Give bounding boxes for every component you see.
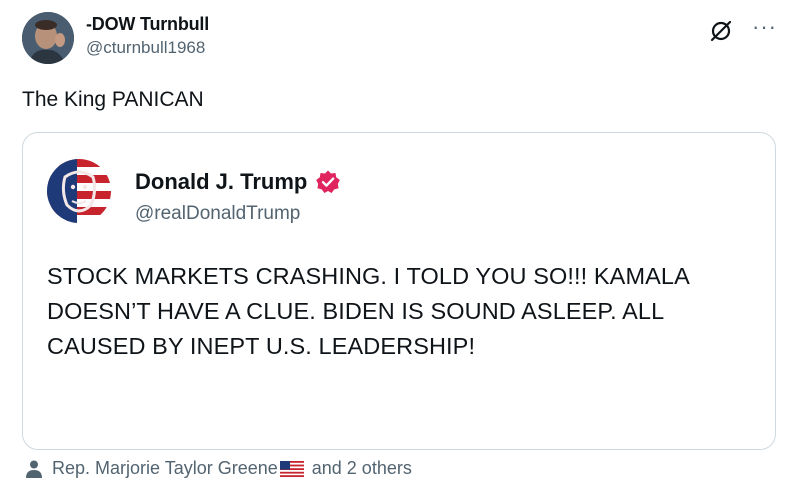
tweet-text: The King PANICAN	[22, 88, 204, 111]
quoted-avatar[interactable]	[47, 159, 111, 223]
verified-badge-icon	[316, 170, 341, 193]
liker-name-group[interactable]: Rep. Marjorie Taylor Greene	[52, 458, 304, 479]
quoted-author[interactable]: Donald J. Trump	[135, 169, 341, 195]
us-flag-icon	[279, 460, 304, 477]
likes-line[interactable]: Rep. Marjorie Taylor Greene and 2 others	[24, 458, 412, 479]
post-author-name[interactable]: -DOW Turnbull	[86, 14, 209, 35]
liker-name[interactable]: Rep. Marjorie Taylor Greene	[52, 458, 278, 479]
grok-icon[interactable]	[708, 18, 734, 44]
user-avatar[interactable]	[22, 12, 74, 64]
quoted-tweet-text: STOCK MARKETS CRASHING. I TOLD YOU SO!!!…	[47, 263, 689, 359]
person-icon	[26, 460, 42, 478]
quoted-author-name[interactable]: Donald J. Trump	[135, 169, 307, 195]
post-author-handle[interactable]: @cturnbull1968	[86, 38, 205, 58]
more-icon[interactable]: ···	[752, 16, 777, 38]
quoted-tweet[interactable]: Donald J. Trump @realDonaldTrump STOCK M…	[22, 132, 776, 450]
quoted-author-handle[interactable]: @realDonaldTrump	[135, 203, 300, 225]
likes-others[interactable]: and 2 others	[312, 458, 412, 479]
